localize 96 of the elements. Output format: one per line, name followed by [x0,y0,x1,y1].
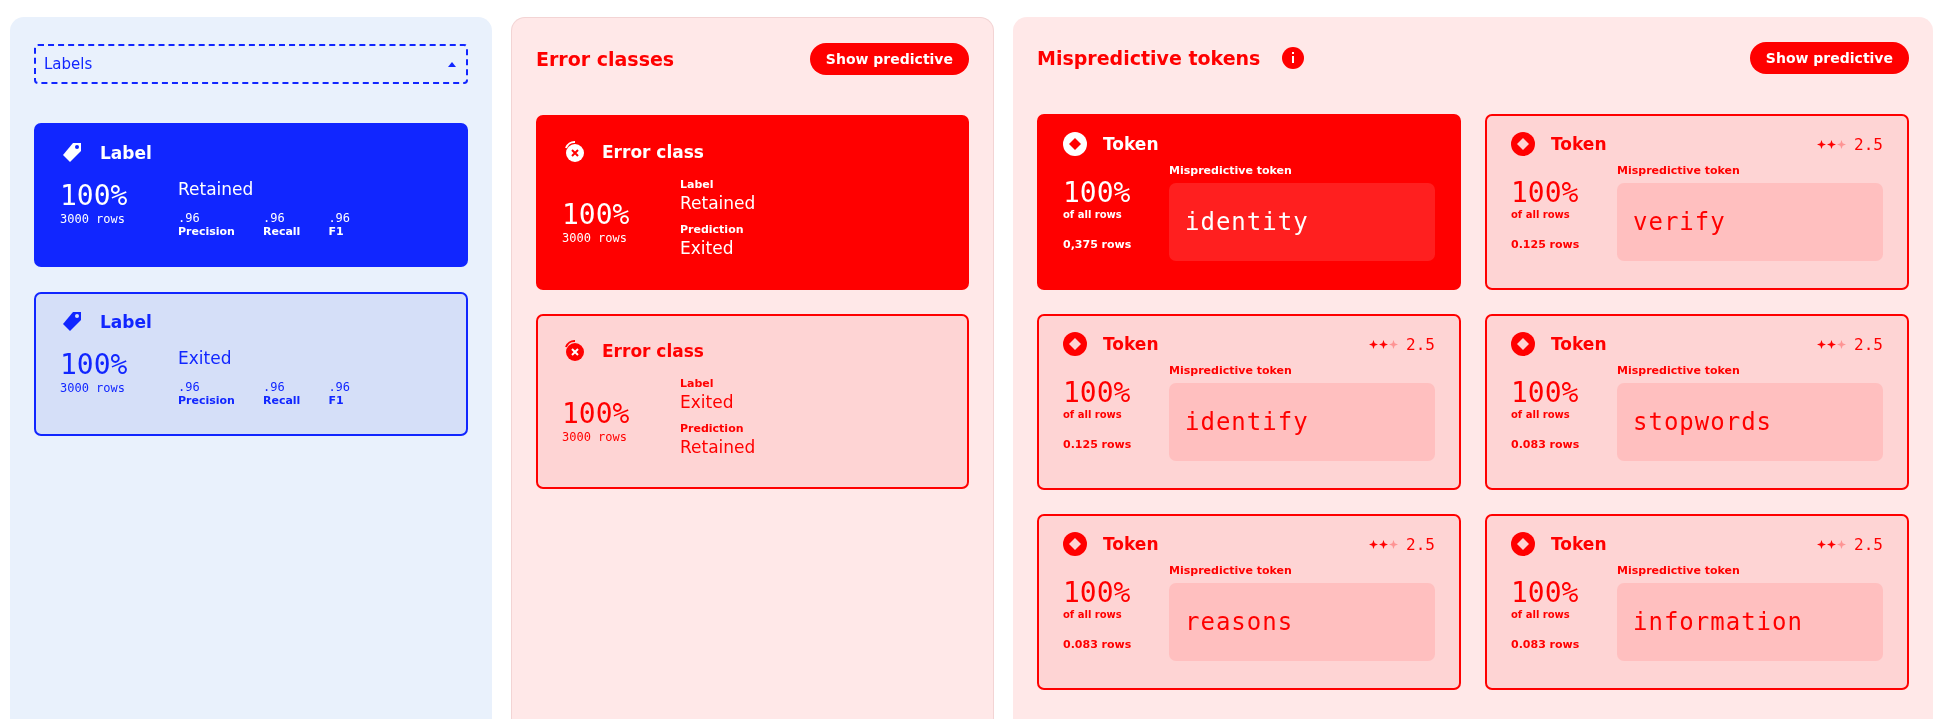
row-count: 0.083 rows [1511,638,1581,651]
metric-name: Recall [262,225,301,238]
tag-icon [60,141,84,165]
error-class-card[interactable]: Error class 100% 3000 rows Label Retained Prediction Exited [536,115,969,290]
percent-value: 100% [1511,376,1580,409]
token-card[interactable]: Token 100% of all rows 0,375 rows Mispredictive token identity [1037,114,1461,290]
percent-value: 100% [1063,176,1132,209]
caret-icon [448,61,456,67]
row-count: 0.083 rows [1063,638,1133,651]
row-count: 3000 rows [60,381,127,395]
token-caption: Mispredictive token [1617,164,1741,177]
score-value: 2.5 [1854,334,1883,354]
label-card[interactable]: Label 100% 3000 rows Exited .96 Precision .96 Recall .96 F1 [34,292,468,436]
token-value: stopwords [1617,383,1883,461]
metric-value: .96 [178,380,201,394]
tag-icon [60,310,84,334]
metric-name: Recall [262,394,301,407]
token-card[interactable]: Token 2.5 100% of all rows 0.083 rows Mispredictive token reasons [1037,514,1461,690]
share-caption: of all rows [1063,609,1123,620]
token-value: identify [1169,383,1435,461]
share-caption: of all rows [1063,409,1123,420]
token-caption: Mispredictive token [1169,564,1293,577]
label-value: Exited [178,348,232,368]
row-count: 0.083 rows [1511,438,1581,451]
token-card[interactable]: Token 2.5 100% of all rows 0.083 rows Mispredictive token information [1485,514,1909,690]
metric-value: .96 [328,380,351,394]
field-label: Prediction [680,421,745,435]
metric-value: .96 [262,211,286,225]
token-caption: Mispredictive token [1169,164,1293,177]
share-caption: of all rows [1511,409,1571,420]
token-card[interactable]: Token 2.5 100% of all rows 0.125 rows Mispredictive token verify [1485,114,1909,290]
token-card[interactable]: Token 2.5 100% of all rows 0.083 rows Mispredictive token stopwords [1485,314,1909,490]
share-caption: of all rows [1511,609,1571,620]
metric-name: F1 [328,394,345,407]
percent-value: 100% [1511,176,1580,209]
card-title: Label [100,143,152,163]
card-title: Token [1551,534,1607,554]
percent-value: 100% [60,179,129,212]
info-icon[interactable] [1282,47,1305,69]
score-value: 2.5 [1854,134,1883,154]
token-value: information [1617,583,1883,661]
percent-value: 100% [1063,376,1132,409]
row-count: 0,375 rows [1063,238,1133,251]
field-label: Label [680,376,715,390]
field-value: Exited [680,391,735,412]
field-label: Label [680,177,715,191]
field-value: Retained [680,192,756,213]
labels-dropdown[interactable]: Labels [34,44,468,84]
percent-value: 100% [562,198,631,231]
card-title: Token [1103,334,1159,354]
token-caption: Mispredictive token [1617,564,1741,577]
metric-name: F1 [328,225,345,238]
card-title: Token [1103,534,1159,554]
card-title: Token [1103,134,1159,154]
score-value: 2.5 [1406,334,1435,354]
card-title: Error class [602,141,704,162]
row-count: 3000 rows [562,231,629,245]
metric-name: Precision [178,225,235,238]
row-count: 3000 rows [562,430,629,444]
error-class-card[interactable]: Error class 100% 3000 rows Label Exited Prediction Retained [536,314,969,489]
percent-value: 100% [60,348,129,381]
card-title: Token [1551,334,1607,354]
show-predictive-button[interactable]: Show predictive [809,43,969,75]
error-icon [562,338,586,363]
error-icon [562,139,586,164]
row-count: 0.125 rows [1063,438,1133,451]
panel-title: Mispredictive tokens [1037,47,1261,69]
panel-title: Error classes [536,48,675,70]
metric-name: Precision [178,394,235,407]
token-caption: Mispredictive token [1169,364,1293,377]
card-title: Token [1551,134,1607,154]
metric-value: .96 [262,380,286,394]
card-title: Label [100,312,152,332]
share-caption: of all rows [1063,209,1123,220]
show-predictive-button[interactable]: Show predictive [1749,42,1909,74]
label-value: Retained [178,179,254,199]
score-value: 2.5 [1854,534,1883,554]
field-value: Retained [680,436,756,457]
percent-value: 100% [562,397,631,430]
field-value: Exited [680,237,735,258]
token-value: verify [1617,183,1883,261]
percent-value: 100% [1511,576,1580,609]
metric-value: .96 [328,211,351,225]
score-value: 2.5 [1406,534,1435,554]
row-count: 0.125 rows [1511,238,1581,251]
percent-value: 100% [1063,576,1132,609]
metric-value: .96 [178,211,201,225]
label-card[interactable]: Label 100% 3000 rows Retained .96 Precision .96 Recall .96 F1 [34,123,468,267]
card-title: Error class [602,340,704,361]
token-card[interactable]: Token 2.5 100% of all rows 0.125 rows Mispredictive token identify [1037,314,1461,490]
share-caption: of all rows [1511,209,1571,220]
token-value: identity [1169,183,1435,261]
row-count: 3000 rows [60,212,127,226]
token-value: reasons [1169,583,1435,661]
field-label: Prediction [680,222,745,236]
token-caption: Mispredictive token [1617,364,1741,377]
